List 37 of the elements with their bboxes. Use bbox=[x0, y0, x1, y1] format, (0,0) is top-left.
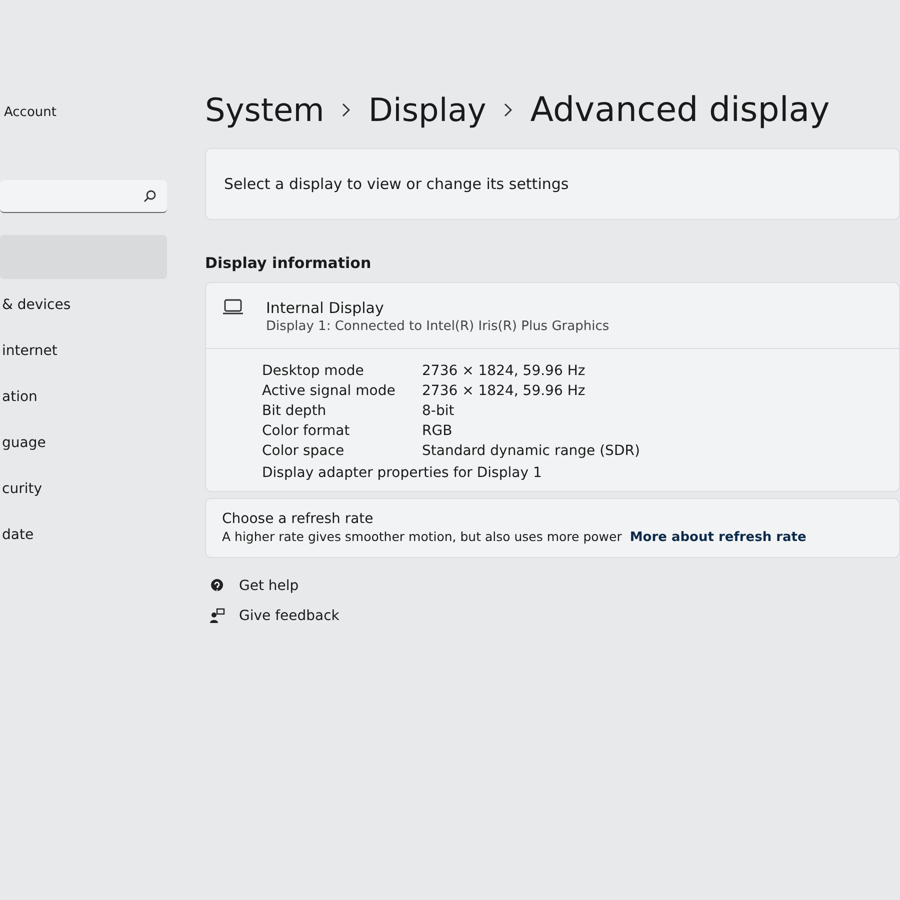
property-label: Desktop mode bbox=[262, 363, 365, 379]
account-label: Account bbox=[3, 105, 58, 120]
display-name: Internal Display bbox=[266, 299, 385, 317]
footer-link[interactable]: Get help bbox=[239, 578, 299, 594]
property-value: 8-bit bbox=[422, 403, 456, 419]
adapter-properties-link[interactable]: Display adapter properties for Display 1 bbox=[262, 465, 899, 481]
search-icon bbox=[143, 189, 157, 203]
search-field[interactable] bbox=[0, 180, 167, 213]
sidebar-item[interactable]: & devices bbox=[0, 285, 167, 325]
more-about-link[interactable]: More about refresh rate bbox=[630, 530, 806, 545]
display-subtitle: Display 1: Connected to Intel(R) Iris(R) Plus Graphics bbox=[266, 319, 610, 334]
sidebar-item[interactable]: internet bbox=[0, 331, 167, 371]
sidebar-item[interactable]: curity bbox=[0, 469, 167, 509]
property-label: Color space bbox=[262, 443, 346, 459]
footer-link[interactable]: Give feedback bbox=[239, 608, 340, 624]
refresh-rate-description: A higher rate gives smoother motion, but also uses more power bbox=[222, 529, 622, 544]
breadcrumb-item[interactable]: Display bbox=[368, 91, 486, 129]
property-value: Standard dynamic range (SDR) bbox=[422, 443, 641, 459]
property-value: 2736 × 1824, 59.96 Hz bbox=[422, 363, 586, 379]
sidebar-item[interactable]: guage bbox=[0, 423, 167, 463]
property-label: Bit depth bbox=[262, 403, 328, 419]
breadcrumb-item[interactable]: System bbox=[205, 91, 324, 129]
chevron-icon bbox=[342, 103, 350, 117]
feedback-icon bbox=[209, 608, 225, 624]
refresh-rate-title: Choose a refresh rate bbox=[222, 511, 374, 527]
help-icon bbox=[209, 578, 225, 594]
select-display-card[interactable]: Select a display to view or change its settings bbox=[205, 148, 900, 220]
laptop-icon bbox=[222, 299, 244, 315]
property-label: Active signal mode bbox=[262, 383, 396, 399]
property-label: Color format bbox=[262, 423, 351, 439]
property-value: 2736 × 1824, 59.96 Hz bbox=[422, 383, 586, 399]
sidebar-item[interactable]: date bbox=[0, 515, 167, 555]
property-value: RGB bbox=[422, 423, 454, 439]
chevron-icon bbox=[504, 103, 512, 117]
breadcrumb-item: Advanced display bbox=[530, 90, 830, 130]
section-title: Display information bbox=[205, 254, 372, 272]
sidebar-item[interactable]: ation bbox=[0, 377, 167, 417]
